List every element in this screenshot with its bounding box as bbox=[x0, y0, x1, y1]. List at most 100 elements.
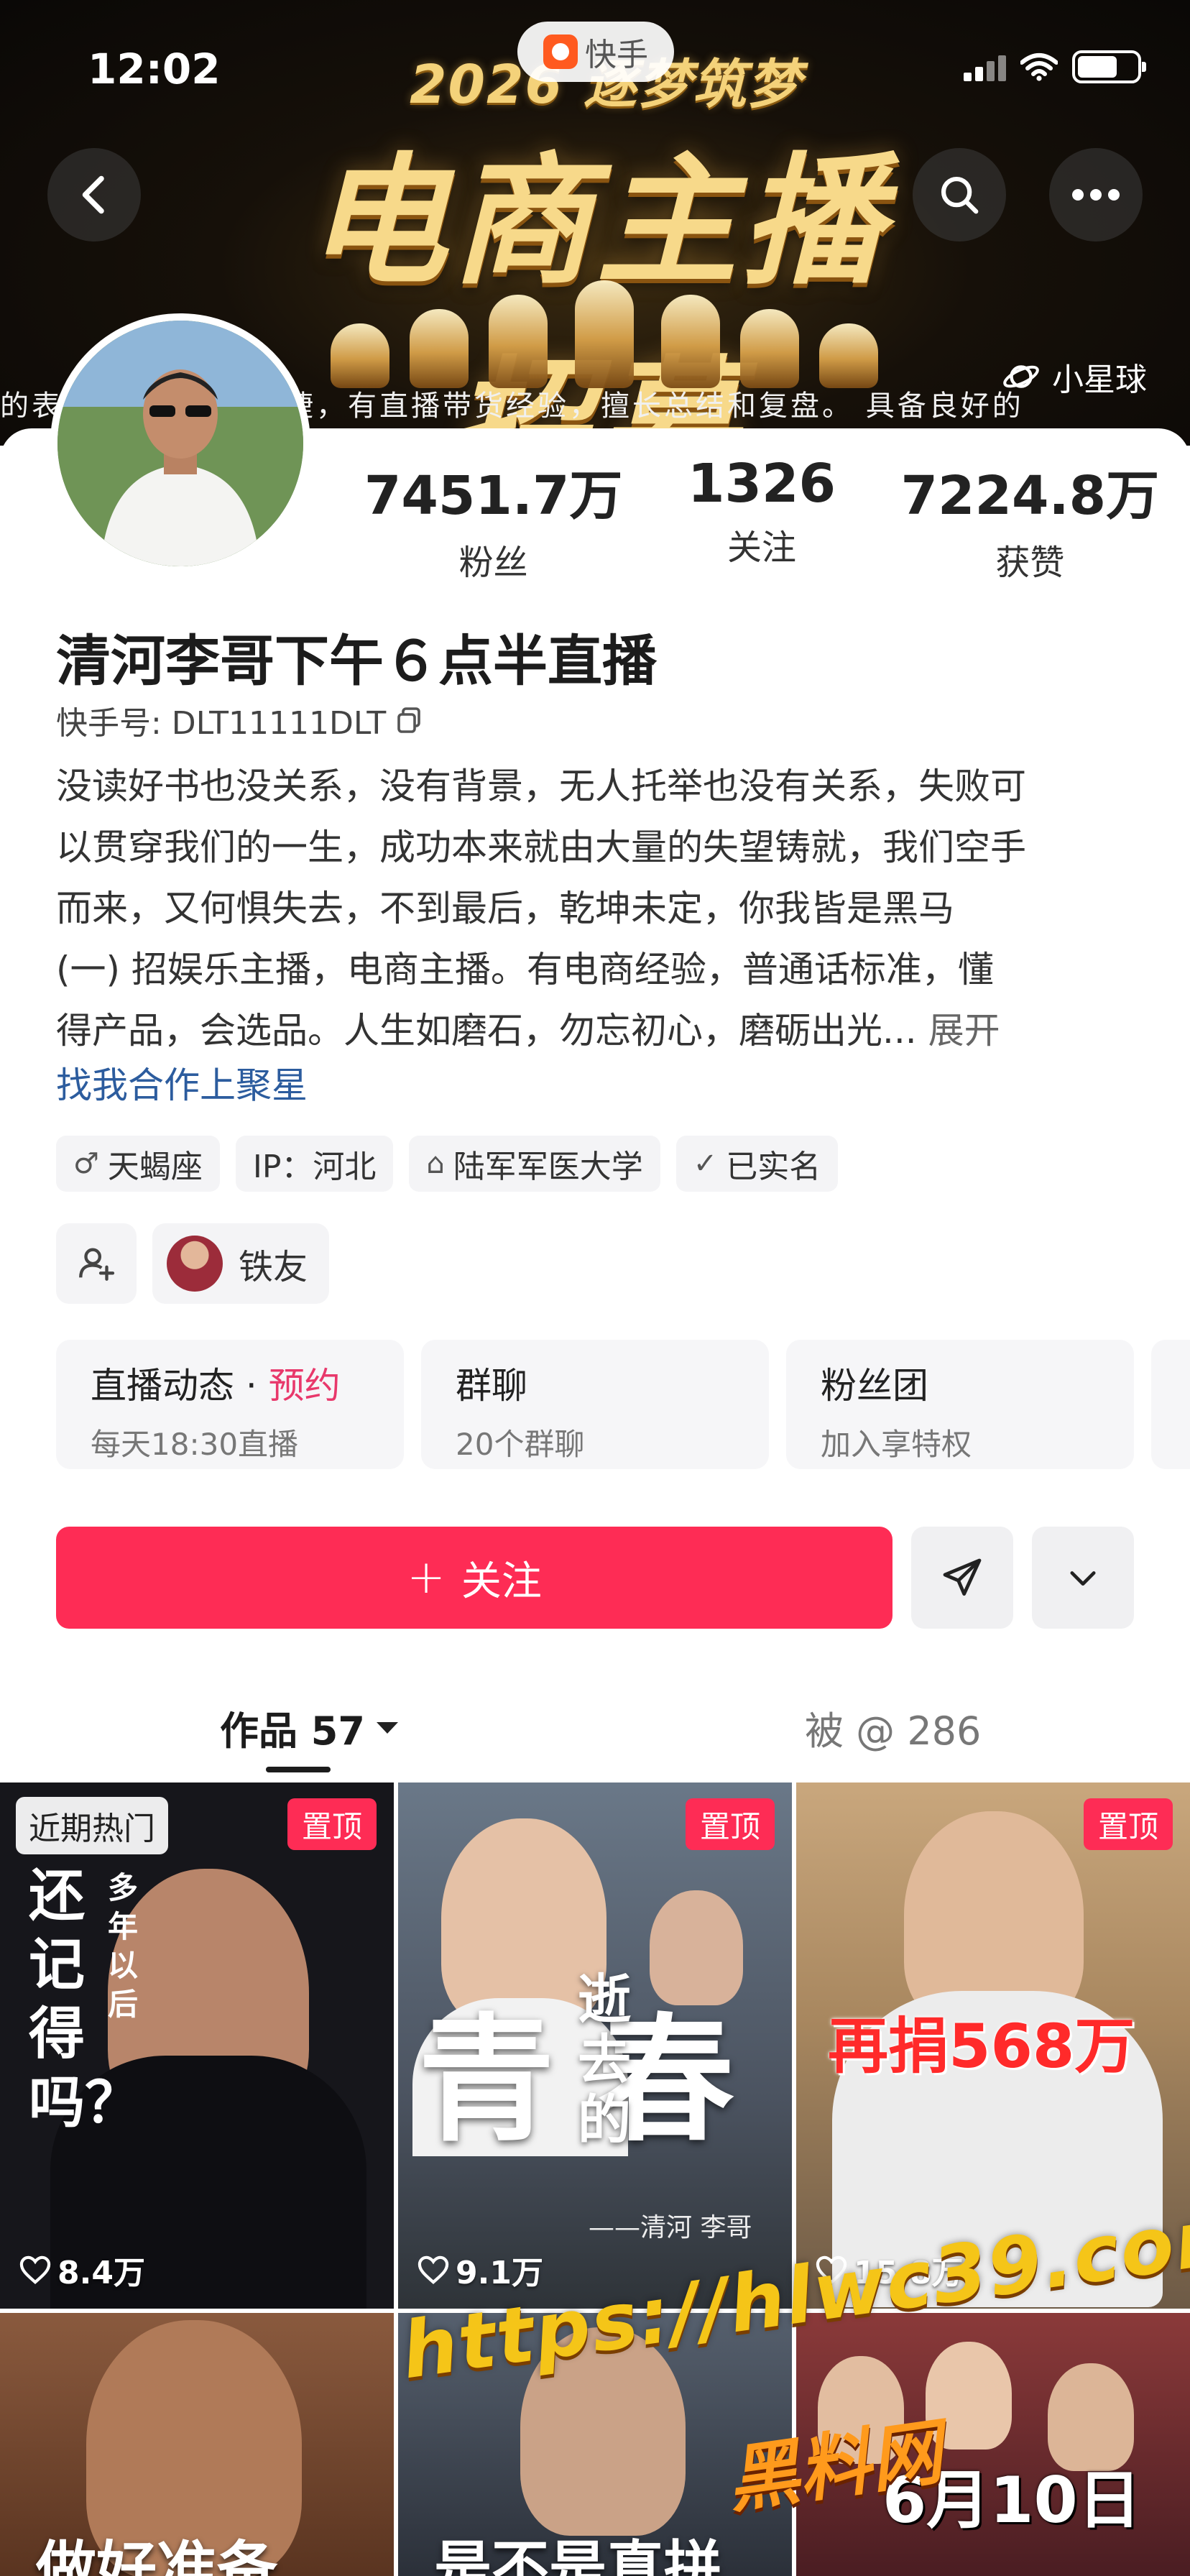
back-button[interactable] bbox=[47, 148, 141, 242]
follow-label: 关注 bbox=[461, 1558, 542, 1605]
follow-button[interactable]: + 关注 bbox=[56, 1527, 892, 1629]
stat-likes[interactable]: 7224.8万 获赞 bbox=[896, 453, 1164, 584]
tag-label: 已实名 bbox=[726, 1149, 821, 1185]
feature-cards: 直播动态 · 预约 每天18:30直播 群聊 20个群聊 粉丝团 加入享特权 bbox=[56, 1340, 1190, 1469]
banner-horses-image bbox=[316, 273, 891, 388]
battery-icon bbox=[1072, 50, 1146, 83]
bio-line-last: 得产品，会选品。人生如磨石，勿忘初心，磨砺出光... 展开 bbox=[56, 1000, 1148, 1062]
reserve-link[interactable]: 预约 bbox=[269, 1365, 341, 1407]
shield-check-icon: ✓ bbox=[693, 1147, 718, 1180]
video-overlay-text: 再捐568万 bbox=[828, 2011, 1135, 2082]
tag-school[interactable]: ⌂ 陆军军医大学 bbox=[409, 1136, 660, 1192]
live-schedule-card[interactable]: 直播动态 · 预约 每天18:30直播 bbox=[56, 1340, 404, 1469]
search-button[interactable] bbox=[913, 148, 1006, 242]
tab-works-label: 作品 57 bbox=[220, 1708, 365, 1754]
likes-count: 8.4万 bbox=[57, 2255, 145, 2291]
status-icons bbox=[964, 50, 1146, 83]
male-icon: ♂ bbox=[73, 1147, 99, 1180]
group-chat-card[interactable]: 群聊 20个群聊 bbox=[421, 1340, 769, 1469]
profile-name: 清河李哥下午６点半直播 bbox=[56, 629, 657, 693]
video-overlay-subtext: 逝去的 bbox=[578, 1969, 631, 2151]
tag-label: IP：河北 bbox=[252, 1149, 377, 1185]
stat-following[interactable]: 1326 关注 bbox=[627, 453, 895, 584]
video-tile[interactable]: 做好准备 bbox=[0, 2313, 394, 2576]
app-badge: 快手 bbox=[517, 22, 674, 82]
feature-subtitle: 每天18:30直播 bbox=[91, 1427, 299, 1462]
stat-value: 1326 bbox=[688, 453, 836, 515]
copy-icon[interactable] bbox=[395, 706, 423, 735]
bio-line: 以贯穿我们的一生，成功本来就由大量的失望铸就，我们空手 bbox=[56, 827, 1026, 868]
tab-works[interactable]: 作品 57 bbox=[220, 1699, 400, 1756]
add-user-icon bbox=[79, 1248, 115, 1281]
feature-card-peek bbox=[1151, 1340, 1190, 1469]
graduation-cap-icon: ⌂ bbox=[426, 1147, 445, 1180]
fan-avatar bbox=[167, 1236, 223, 1292]
stat-label: 粉丝 bbox=[458, 543, 528, 583]
video-overlay-text: 做好准备 bbox=[36, 2534, 278, 2576]
pinned-badge: 置顶 bbox=[685, 1798, 775, 1850]
add-friend-button[interactable] bbox=[56, 1223, 137, 1304]
planet-label: 小星球 bbox=[1052, 362, 1147, 398]
profile-stats: 7451.7万 粉丝 1326 关注 7224.8万 获赞 bbox=[359, 453, 1164, 584]
expand-recommend-button[interactable] bbox=[1032, 1527, 1134, 1629]
avatar[interactable] bbox=[50, 313, 310, 574]
feature-title: 直播动态 · 预约 bbox=[91, 1357, 404, 1409]
hot-badge: 近期热门 bbox=[16, 1797, 168, 1854]
feature-title: 粉丝团 bbox=[821, 1365, 928, 1407]
stat-value: 7451.7万 bbox=[364, 465, 623, 527]
tag-ip-location: IP：河北 bbox=[235, 1136, 394, 1192]
pinned-badge: 置顶 bbox=[1083, 1798, 1173, 1850]
tag-verified: ✓ 已实名 bbox=[675, 1136, 839, 1192]
stat-label: 获赞 bbox=[995, 543, 1065, 583]
profile-bio: 没读好书也没关系，没有背景，无人托举也没有关系，失败可 以贯穿我们的一生，成功本… bbox=[56, 756, 1148, 1062]
status-time: 12:02 bbox=[88, 45, 221, 93]
stat-followers[interactable]: 7451.7万 粉丝 bbox=[359, 453, 627, 584]
chevron-down-icon bbox=[1070, 1571, 1096, 1586]
feature-title: 群聊 bbox=[456, 1365, 527, 1407]
video-tile[interactable]: 还记得吗？ 多年以后 近期热门 置顶 8.4万 bbox=[0, 1782, 394, 2309]
kuaishou-logo-icon bbox=[543, 34, 578, 69]
iron-fan-label: 铁友 bbox=[239, 1247, 308, 1287]
video-tile[interactable]: 青春 逝去的 ——清河 李哥 置顶 9.1万 bbox=[398, 1782, 792, 2309]
stat-label: 关注 bbox=[727, 528, 796, 568]
video-likes: 8.4万 bbox=[19, 2247, 145, 2293]
fan-club-card[interactable]: 粉丝团 加入享特权 bbox=[786, 1340, 1134, 1469]
friend-row: 铁友 bbox=[56, 1223, 330, 1304]
feature-title-text: 直播动态 · bbox=[91, 1365, 269, 1407]
handle-text: 快手号: DLT11111DLT bbox=[56, 705, 387, 742]
chevron-left-icon bbox=[82, 175, 104, 214]
likes-count: 9.1万 bbox=[456, 2255, 543, 2291]
signal-icon bbox=[964, 52, 1006, 81]
more-button[interactable] bbox=[1049, 148, 1143, 242]
profile-tags: ♂ 天蝎座 IP：河北 ⌂ 陆军军医大学 ✓ 已实名 bbox=[56, 1136, 839, 1192]
more-dots-icon bbox=[1072, 189, 1120, 201]
video-overlay-text: 是不是真拼 bbox=[434, 2534, 721, 2576]
iron-fan-button[interactable]: 铁友 bbox=[152, 1223, 330, 1304]
tab-mentions[interactable]: 被 @ 286 bbox=[805, 1699, 981, 1756]
tab-active-indicator bbox=[266, 1767, 331, 1772]
bio-line: 而来，又何惧失去，不到最后，乾坤未定，你我皆是黑马 bbox=[56, 888, 954, 929]
share-button[interactable] bbox=[911, 1527, 1013, 1629]
search-icon bbox=[941, 176, 979, 214]
profile-handle[interactable]: 快手号: DLT11111DLT bbox=[56, 697, 423, 743]
send-icon bbox=[943, 1558, 982, 1596]
stat-value: 7224.8万 bbox=[900, 465, 1160, 527]
feature-subtitle: 20个群聊 bbox=[456, 1427, 585, 1462]
heart-icon bbox=[19, 2255, 51, 2284]
heart-icon bbox=[418, 2255, 449, 2284]
planet-icon bbox=[1003, 365, 1039, 388]
bio-expand-link[interactable]: 展开 bbox=[928, 1010, 1000, 1052]
video-grid: 还记得吗？ 多年以后 近期热门 置顶 8.4万 青春 逝去的 ——清河 李哥 置… bbox=[0, 1782, 1190, 2576]
wifi-icon bbox=[1020, 53, 1058, 81]
pinned-badge: 置顶 bbox=[287, 1798, 377, 1850]
video-overlay-text: 还记得吗？ bbox=[29, 1863, 142, 2135]
bio-collab-link[interactable]: 找我合作上聚星 bbox=[56, 1057, 308, 1108]
planet-link[interactable]: 小星球 bbox=[1002, 354, 1147, 400]
bio-line: 得产品，会选品。人生如磨石，勿忘初心，磨砺出光... bbox=[56, 1010, 917, 1052]
bio-line: (一) 招娱乐主播，电商主播。有电商经验，普通话标准，懂 bbox=[56, 949, 994, 990]
caret-down-icon bbox=[376, 1721, 398, 1734]
video-overlay-subtext: 多年以后 bbox=[108, 1870, 139, 2022]
tag-label: 天蝎座 bbox=[107, 1149, 203, 1185]
tag-label: 陆军军医大学 bbox=[453, 1149, 643, 1185]
bio-line: 没读好书也没关系，没有背景，无人托举也没有关系，失败可 bbox=[56, 765, 1026, 807]
